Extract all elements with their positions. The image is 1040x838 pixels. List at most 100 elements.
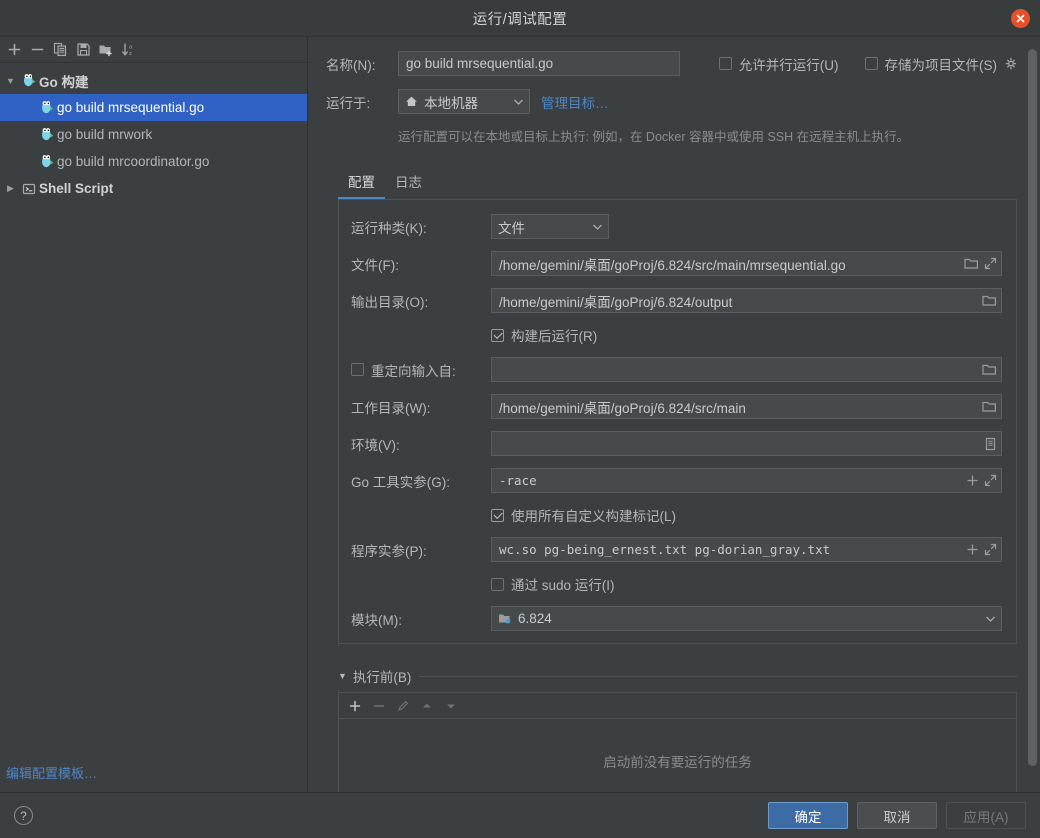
expand-icon[interactable] <box>984 474 997 487</box>
run-after-build-checkbox[interactable]: 构建后运行(R) <box>491 325 597 345</box>
gear-icon[interactable] <box>1004 57 1018 71</box>
configurations-sidebar: a z ▼ Go 构建 go build mrsequential.go go … <box>0 37 308 792</box>
file-input[interactable]: /home/gemini/桌面/goProj/6.824/src/main/mr… <box>491 251 1002 276</box>
ok-button[interactable]: 确定 <box>768 802 848 829</box>
sidebar-item-go-build-mrcoordinator[interactable]: go build mrcoordinator.go <box>0 148 307 175</box>
run-after-build-label: 构建后运行(R) <box>511 329 598 344</box>
cancel-button[interactable]: 取消 <box>857 802 937 829</box>
run-on-target-combo[interactable]: 本地机器 <box>398 89 530 114</box>
checkbox-box <box>491 328 504 342</box>
folder-icon[interactable] <box>964 257 979 270</box>
editor-tabs: 配置 日志 <box>338 167 1018 199</box>
run-kind-row: 运行种类(K): 文件 <box>351 214 1002 239</box>
expand-icon[interactable] <box>984 543 997 556</box>
module-icon <box>498 612 512 625</box>
save-configuration-button[interactable] <box>72 39 94 61</box>
store-as-project-file-label: 存储为项目文件(S) <box>884 57 998 73</box>
module-combo[interactable]: 6.824 <box>491 606 1002 631</box>
environment-row: 环境(V): <box>351 431 1002 456</box>
edit-configuration-templates-link[interactable]: 编辑配置模板… <box>6 763 97 782</box>
sidebar-item-label: go build mrcoordinator.go <box>57 154 210 169</box>
sidebar-item-go-build-mrsequential[interactable]: go build mrsequential.go <box>0 94 307 121</box>
name-label: 名称(N): <box>326 57 376 73</box>
chevron-right-icon[interactable]: ▶ <box>2 183 19 194</box>
tree-group-label: Go 构建 <box>39 74 89 90</box>
tree-group-shell-script[interactable]: ▶ Shell Script <box>0 175 307 202</box>
program-args-input[interactable]: wc.so pg-being_ernest.txt pg-dorian_gray… <box>491 537 1002 562</box>
move-task-up-button[interactable] <box>417 696 437 716</box>
run-with-sudo-checkbox[interactable]: 通过 sudo 运行(I) <box>491 574 615 594</box>
remove-configuration-button[interactable] <box>26 39 48 61</box>
dialog-footer: ? 确定 取消 应用(A) <box>0 792 1040 838</box>
close-glyph <box>1016 14 1025 23</box>
use-all-custom-build-tags-checkbox[interactable]: 使用所有自定义构建标记(L) <box>491 505 676 525</box>
shell-script-icon <box>19 182 39 196</box>
redirect-input-checkbox[interactable] <box>351 363 364 376</box>
expand-icon[interactable] <box>984 257 997 270</box>
redirect-input-field[interactable] <box>491 357 1002 382</box>
before-launch-section: ▼ 执行前(B) 启动前没有要运行的任务 <box>338 666 1017 792</box>
sidebar-item-label: go build mrwork <box>57 127 153 142</box>
edit-task-button[interactable] <box>393 696 413 716</box>
tab-configuration[interactable]: 配置 <box>338 167 385 199</box>
redirect-input-row: 重定向输入自: <box>351 357 1002 382</box>
sort-configurations-button[interactable]: a z <box>118 39 140 61</box>
module-row: 模块(M): 6.824 <box>351 606 1002 631</box>
manage-targets-link[interactable]: 管理目标… <box>541 92 609 112</box>
folder-icon[interactable] <box>982 294 997 307</box>
output-dir-row: 输出目录(O): /home/gemini/桌面/goProj/6.824/ou… <box>351 288 1002 313</box>
use-all-custom-build-tags-row: 使用所有自定义构建标记(L) <box>491 505 1002 525</box>
before-launch-header[interactable]: ▼ 执行前(B) <box>338 666 1017 686</box>
scrollbar-thumb[interactable] <box>1028 49 1037 766</box>
dialog-titlebar: 运行/调试配置 <box>0 0 1040 37</box>
program-args-value: wc.so pg-being_ernest.txt pg-dorian_gray… <box>499 542 831 557</box>
output-dir-value: /home/gemini/桌面/goProj/6.824/output <box>499 294 733 310</box>
sidebar-item-go-build-mrwork[interactable]: go build mrwork <box>0 121 307 148</box>
folder-add-icon <box>99 45 112 57</box>
close-icon[interactable] <box>1011 9 1030 28</box>
chevron-down-icon <box>974 616 995 622</box>
dialog-body: a z ▼ Go 构建 go build mrsequential.go go … <box>0 37 1040 792</box>
output-dir-input[interactable]: /home/gemini/桌面/goProj/6.824/output <box>491 288 1002 313</box>
insert-macro-icon[interactable] <box>966 474 979 487</box>
run-kind-combo[interactable]: 文件 <box>491 214 609 239</box>
go-tool-args-input[interactable]: -race <box>491 468 1002 493</box>
before-launch-toolbar <box>338 692 1017 718</box>
folder-icon[interactable] <box>982 363 997 376</box>
remove-task-button[interactable] <box>369 696 389 716</box>
add-task-button[interactable] <box>345 696 365 716</box>
add-configuration-button[interactable] <box>3 39 25 61</box>
minus-icon <box>373 704 385 707</box>
main-scrollbar[interactable] <box>1028 49 1037 788</box>
copy-configuration-button[interactable] <box>49 39 71 61</box>
configuration-editor-panel: 名称(N): 允许并行运行(U) 存储为项目文件(S) <box>308 37 1040 792</box>
allow-parallel-run-checkbox[interactable]: 允许并行运行(U) <box>718 54 839 74</box>
working-dir-value: /home/gemini/桌面/goProj/6.824/src/main <box>499 400 746 416</box>
go-gopher-icon <box>19 73 39 88</box>
file-label: 文件(F): <box>351 257 399 273</box>
before-launch-title: 执行前(B) <box>352 670 412 685</box>
environment-input[interactable] <box>491 431 1002 456</box>
store-as-project-file-checkbox[interactable]: 存储为项目文件(S) <box>864 54 998 74</box>
insert-macro-icon[interactable] <box>966 543 979 556</box>
program-args-row: 程序实参(P): wc.so pg-being_ernest.txt pg-do… <box>351 537 1002 562</box>
folder-icon[interactable] <box>982 400 997 413</box>
list-icon[interactable] <box>984 437 997 451</box>
move-into-folder-button[interactable] <box>95 39 117 61</box>
working-dir-input[interactable]: /home/gemini/桌面/goProj/6.824/src/main <box>491 394 1002 419</box>
tab-logs[interactable]: 日志 <box>385 167 432 199</box>
tree-group-go-build[interactable]: ▼ Go 构建 <box>0 67 307 94</box>
working-dir-label: 工作目录(W): <box>351 400 431 416</box>
checkbox-box <box>864 57 878 70</box>
help-button[interactable]: ? <box>14 806 33 825</box>
run-on-hint: 运行配置可以在本地或目标上执行: 例如，在 Docker 容器中或使用 SSH … <box>398 130 910 144</box>
run-after-build-row: 构建后运行(R) <box>491 325 1002 345</box>
go-gopher-icon <box>37 154 57 169</box>
before-launch-empty-text: 启动前没有要运行的任务 <box>603 755 752 770</box>
apply-button[interactable]: 应用(A) <box>946 802 1026 829</box>
move-task-down-button[interactable] <box>441 696 461 716</box>
chevron-down-icon[interactable]: ▼ <box>2 76 19 86</box>
chevron-down-icon[interactable]: ▼ <box>338 671 347 681</box>
chevron-down-icon <box>581 224 602 230</box>
name-input[interactable] <box>398 51 680 76</box>
